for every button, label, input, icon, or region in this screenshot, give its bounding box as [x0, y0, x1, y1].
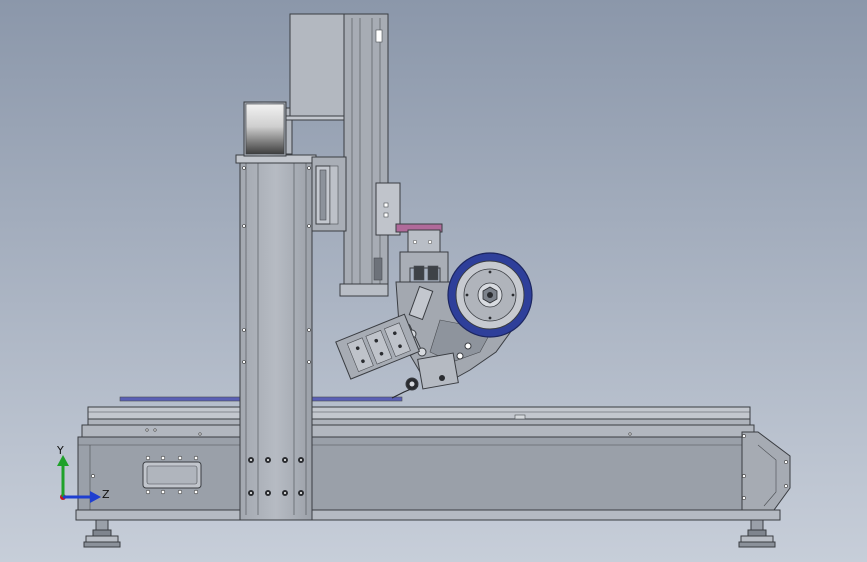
machine-drawing: Y Z: [56, 13, 791, 548]
vertical-column: [235, 154, 317, 521]
peel-block: [335, 313, 421, 380]
work-table-strip-right: [311, 396, 403, 402]
right-end-cap: [741, 431, 791, 511]
base-frame: [75, 406, 791, 521]
leveling-foot-right: [738, 519, 776, 548]
rail-lip: [87, 418, 751, 426]
cad-viewport[interactable]: Y Z: [0, 0, 867, 562]
leveling-foot-left: [83, 519, 121, 548]
z-rail: [343, 13, 389, 297]
z-motor-housing: [289, 13, 347, 117]
triad-y-label: Y: [56, 444, 64, 457]
work-table-strip-left: [119, 396, 241, 402]
top-rail: [87, 406, 751, 420]
rail-clamp: [311, 156, 347, 232]
tape-roller: [447, 252, 533, 338]
bottom-strip: [75, 509, 781, 521]
triad-z-label: Z: [102, 488, 110, 501]
